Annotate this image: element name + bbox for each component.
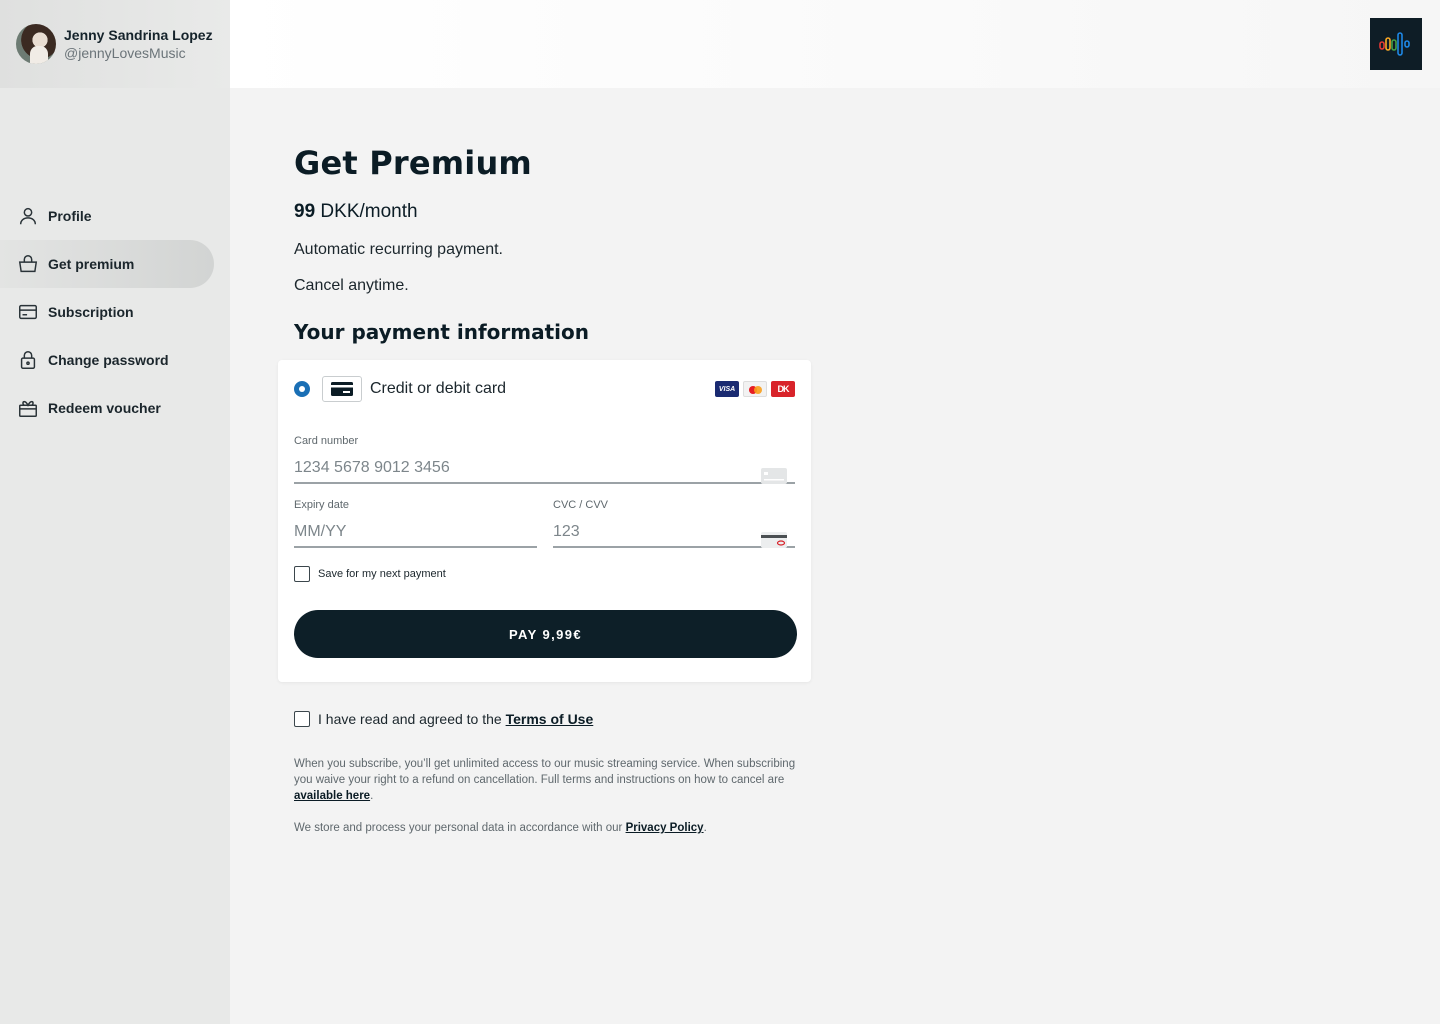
privacy-text: We store and process your personal data … — [294, 822, 626, 834]
payment-method-row[interactable]: Credit or debit card VISA DK — [294, 376, 795, 402]
dankort-icon: DK — [771, 381, 795, 397]
cvc-card-icon — [761, 532, 787, 548]
card-icon — [322, 376, 362, 402]
lock-icon — [16, 348, 40, 372]
price: 99 DKK/month — [294, 200, 814, 224]
card-brands: VISA DK — [715, 381, 795, 397]
top-bar — [230, 0, 1440, 88]
sidebar-item-label: Redeem voucher — [48, 400, 161, 416]
main-content: Get Premium 99 DKK/month Automatic recur… — [294, 140, 814, 346]
fineprint-text: When you subscribe, you’ll get unlimited… — [294, 758, 796, 786]
sidebar-item-label: Profile — [48, 208, 92, 224]
sidebar-item-change-password[interactable]: Change password — [0, 336, 214, 384]
sidebar-item-get-premium[interactable]: Get premium — [0, 240, 214, 288]
user-card[interactable]: Jenny Sandrina Lopez @jennyLovesMusic — [0, 0, 230, 88]
card-method-radio[interactable] — [294, 381, 310, 397]
mastercard-icon — [743, 381, 767, 397]
save-card-label: Save for my next payment — [318, 568, 446, 580]
section-title: Your payment information — [294, 320, 589, 344]
card-number-label: Card number — [294, 435, 359, 447]
shopping-bag-icon — [16, 252, 40, 276]
credit-card-icon — [16, 300, 40, 324]
card-placeholder-icon — [761, 468, 787, 484]
expiry-input[interactable] — [294, 518, 537, 548]
payment-method-label: Credit or debit card — [370, 380, 507, 397]
sidebar-item-label: Get premium — [48, 256, 135, 272]
recurring-note: Automatic recurring payment. — [294, 241, 503, 258]
save-card-row[interactable]: Save for my next payment — [294, 566, 446, 582]
terms-of-use-link[interactable]: Terms of Use — [506, 711, 594, 727]
fineprint-end: . — [370, 790, 374, 802]
terms-row[interactable]: I have read and agreed to the Terms of U… — [294, 711, 593, 727]
expiry-label: Expiry date — [294, 499, 350, 511]
user-name: Jenny Sandrina Lopez — [64, 27, 213, 43]
sidebar-item-subscription[interactable]: Subscription — [0, 288, 214, 336]
expiry-field: Expiry date — [294, 498, 537, 548]
price-amount: 99 — [294, 201, 316, 222]
card-number-input[interactable] — [294, 454, 795, 484]
privacy-fineprint: We store and process your personal data … — [294, 820, 810, 836]
sidebar: Jenny Sandrina Lopez @jennyLovesMusic Pr… — [0, 0, 230, 1024]
privacy-policy-link[interactable]: Privacy Policy — [626, 822, 704, 834]
sidebar-nav: Profile Get premium Subscription Change … — [0, 192, 230, 432]
terms-checkbox[interactable] — [294, 711, 310, 727]
pay-button[interactable]: PAY 9,99€ — [294, 610, 797, 658]
cvc-field: CVC / CVV — [553, 498, 795, 548]
price-unit: DKK/month — [320, 201, 418, 222]
user-handle: @jennyLovesMusic — [64, 45, 186, 61]
sidebar-item-redeem-voucher[interactable]: Redeem voucher — [0, 384, 214, 432]
page-title: Get Premium — [294, 144, 532, 182]
avatar — [16, 24, 56, 64]
save-card-checkbox[interactable] — [294, 566, 310, 582]
available-here-link[interactable]: available here — [294, 790, 370, 802]
terms-label: I have read and agreed to the Terms of U… — [318, 711, 593, 727]
sidebar-item-label: Change password — [48, 352, 169, 368]
privacy-end: . — [703, 822, 707, 834]
cancel-note: Cancel anytime. — [294, 277, 409, 294]
sidebar-item-label: Subscription — [48, 304, 134, 320]
subscription-fineprint: When you subscribe, you’ll get unlimited… — [294, 756, 810, 804]
equalizer-logo-icon[interactable] — [1370, 18, 1422, 70]
sidebar-item-profile[interactable]: Profile — [0, 192, 214, 240]
card-number-field: Card number — [294, 434, 795, 484]
payment-card: Credit or debit card VISA DK Card number… — [278, 360, 811, 682]
visa-icon: VISA — [715, 381, 739, 397]
person-icon — [16, 204, 40, 228]
terms-prefix: I have read and agreed to the — [318, 711, 506, 727]
gift-icon — [16, 396, 40, 420]
cvc-input[interactable] — [553, 518, 795, 548]
cvc-label: CVC / CVV — [553, 499, 609, 511]
